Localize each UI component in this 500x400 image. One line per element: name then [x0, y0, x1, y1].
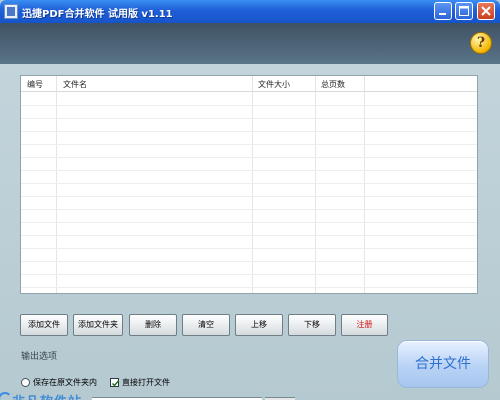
- column-header-filesize[interactable]: 文件大小: [258, 79, 290, 91]
- row-divider: [21, 248, 477, 249]
- save-in-source-label: 保存在原文件夹内: [33, 378, 97, 387]
- column-header-number[interactable]: 编号: [27, 79, 43, 91]
- open-directly-checkbox[interactable]: [110, 378, 120, 387]
- clear-button[interactable]: 清空: [182, 314, 230, 336]
- row-divider: [21, 105, 477, 106]
- save-in-source-radio[interactable]: [21, 378, 30, 387]
- window-title: 迅捷PDF合并软件 试用版 v1.11: [22, 9, 173, 20]
- minimize-icon: [439, 13, 446, 15]
- checkmark-icon: [112, 380, 120, 387]
- watermark-logo: 非凡软件站: [0, 389, 108, 400]
- close-icon: [481, 6, 491, 16]
- row-divider: [21, 144, 477, 145]
- header-banner: [0, 23, 500, 64]
- add-file-button[interactable]: 添加文件: [20, 314, 68, 336]
- close-button[interactable]: [477, 2, 495, 20]
- title-bar: 迅捷PDF合并软件 试用版 v1.11: [0, 0, 500, 23]
- help-button[interactable]: ?: [470, 32, 492, 54]
- output-options-label: 输出选项: [21, 352, 58, 362]
- row-divider: [21, 209, 477, 210]
- watermark-icon: [0, 392, 12, 400]
- minimize-button[interactable]: [434, 2, 452, 20]
- move-down-button[interactable]: 下移: [288, 314, 336, 336]
- row-divider: [21, 261, 477, 262]
- file-table[interactable]: 编号 文件名 文件大小 总页数: [20, 75, 478, 294]
- register-button[interactable]: 注册: [341, 314, 388, 336]
- delete-button[interactable]: 删除: [129, 314, 177, 336]
- row-divider: [21, 287, 477, 288]
- row-divider: [21, 183, 477, 184]
- row-divider: [21, 131, 477, 132]
- table-header: 编号 文件名 文件大小 总页数: [21, 76, 477, 92]
- help-icon: ?: [476, 35, 486, 51]
- add-folder-button[interactable]: 添加文件夹: [73, 314, 123, 336]
- app-icon: [4, 4, 18, 19]
- maximize-icon: [459, 6, 469, 16]
- row-divider: [21, 222, 477, 223]
- row-divider: [21, 235, 477, 236]
- row-divider: [21, 196, 477, 197]
- maximize-button[interactable]: [455, 2, 473, 20]
- merge-files-button[interactable]: 合并文件: [397, 340, 489, 388]
- main-panel: 编号 文件名 文件大小 总页数 添加文件 添加文件夹 删除 清空 上移 下移 注…: [0, 64, 500, 400]
- move-up-button[interactable]: 上移: [235, 314, 283, 336]
- row-divider: [21, 157, 477, 158]
- column-header-filename[interactable]: 文件名: [63, 79, 87, 91]
- row-divider: [21, 170, 477, 171]
- row-divider: [21, 118, 477, 119]
- column-header-pages[interactable]: 总页数: [321, 79, 345, 91]
- row-divider: [21, 274, 477, 275]
- open-directly-label: 直接打开文件: [122, 378, 170, 387]
